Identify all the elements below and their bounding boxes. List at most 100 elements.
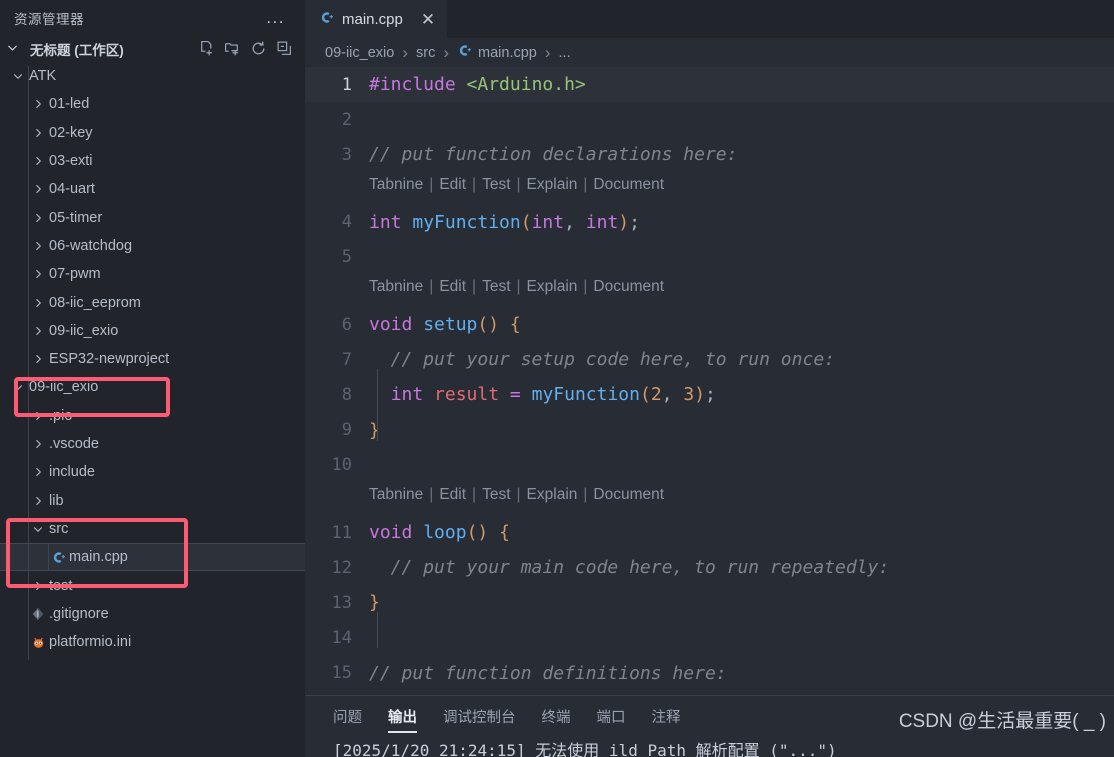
indent-guide (28, 377, 29, 661)
chevron-right-icon[interactable] (28, 495, 48, 507)
code-line-6[interactable]: 6 void setup() { (305, 307, 1114, 342)
tree-item-label: ESP32-newproject (49, 351, 170, 368)
codelens-separator: | (583, 486, 588, 503)
tree-item-esp32-newproject[interactable]: ESP32-newproject (0, 345, 305, 373)
tree-item--gitignore[interactable]: .gitignore (0, 600, 305, 628)
chevron-right-icon[interactable] (28, 183, 48, 195)
tree-item-02-key[interactable]: 02-key (0, 119, 305, 147)
chevron-right-icon[interactable] (28, 466, 48, 478)
codelens-action-test[interactable]: Test (482, 176, 510, 194)
chevron-right-icon[interactable] (28, 580, 48, 592)
panel-tab-输出[interactable]: 输出 (388, 706, 417, 733)
tree-item-05-timer[interactable]: 05-timer (0, 204, 305, 232)
chevron-right-icon[interactable] (28, 438, 48, 450)
chevron-right-icon[interactable] (28, 98, 48, 110)
code-line-3[interactable]: 3 // put function declarations here: (305, 137, 1114, 172)
breadcrumb-item-0[interactable]: 09-iic_exio (325, 45, 394, 61)
chevron-right-icon[interactable] (28, 325, 48, 337)
chevron-down-icon[interactable] (8, 70, 28, 82)
codelens-tabnine[interactable]: Tabnine | Edit | Test | Explain | Document (305, 483, 1114, 507)
tree-item-test[interactable]: test (0, 571, 305, 599)
chevron-right-icon[interactable] (28, 127, 48, 139)
panel-tab-问题[interactable]: 问题 (333, 706, 362, 733)
codelens-action-edit[interactable]: Edit (439, 486, 466, 504)
breadcrumb-item-1[interactable]: src (416, 45, 435, 61)
new-folder-icon[interactable] (224, 40, 241, 57)
workspace-label: 无标题 (工作区) (30, 42, 124, 58)
chevron-right-icon[interactable] (28, 240, 48, 252)
close-icon[interactable]: ✕ (421, 11, 435, 28)
collapse-all-icon[interactable] (276, 40, 293, 57)
new-file-icon[interactable] (198, 40, 215, 57)
tree-item--pio[interactable]: .pio (0, 402, 305, 430)
code-line-1[interactable]: 1 #include <Arduino.h> (305, 67, 1114, 102)
code-line-14[interactable]: 14 (305, 621, 1114, 656)
panel-tab-注释[interactable]: 注释 (652, 706, 681, 733)
tree-item-main-cpp[interactable]: main.cpp (0, 543, 305, 572)
tree-item-07-pwm[interactable]: 07-pwm (0, 260, 305, 288)
codelens-action-test[interactable]: Test (482, 486, 510, 504)
tree-item--vscode[interactable]: .vscode (0, 430, 305, 458)
codelens-tabnine[interactable]: Tabnine | Edit | Test | Explain | Document (305, 275, 1114, 299)
panel-tab-端口[interactable]: 端口 (597, 706, 626, 733)
more-actions-icon[interactable]: ... (266, 9, 293, 26)
tree-item-label: lib (49, 492, 64, 509)
code-line-10[interactable]: 10 (305, 448, 1114, 483)
codelens-action-tabnine[interactable]: Tabnine (369, 176, 423, 194)
codelens-tabnine[interactable]: Tabnine | Edit | Test | Explain | Document (305, 173, 1114, 197)
tree-item-08-iic-eeprom[interactable]: 08-iic_eeprom (0, 288, 305, 316)
codelens-action-edit[interactable]: Edit (439, 176, 466, 194)
chevron-down-icon[interactable] (6, 41, 28, 57)
chevron-right-icon[interactable] (28, 410, 48, 422)
codelens-action-edit[interactable]: Edit (439, 278, 466, 296)
codelens-action-explain[interactable]: Explain (527, 486, 578, 504)
code-line-8[interactable]: 8 int result = myFunction(2, 3); (305, 377, 1114, 412)
tree-item-platformio-ini[interactable]: platformio.ini (0, 628, 305, 656)
tree-item-03-exti[interactable]: 03-exti (0, 147, 305, 175)
codelens-action-tabnine[interactable]: Tabnine (369, 278, 423, 296)
tree-item-include[interactable]: include (0, 458, 305, 486)
code-line-11[interactable]: 11 void loop() { (305, 515, 1114, 550)
tree-item-04-uart[interactable]: 04-uart (0, 175, 305, 203)
codelens-action-document[interactable]: Document (593, 486, 664, 504)
codelens-action-document[interactable]: Document (593, 176, 664, 194)
code-line-15[interactable]: 15 // put function definitions here: (305, 656, 1114, 691)
refresh-icon[interactable] (250, 40, 267, 57)
codelens-action-test[interactable]: Test (482, 278, 510, 296)
code-line-5[interactable]: 5 (305, 240, 1114, 275)
tree-item-lib[interactable]: lib (0, 487, 305, 515)
chevron-right-icon[interactable] (28, 212, 48, 224)
chevron-right-icon[interactable] (28, 268, 48, 280)
chevron-down-icon[interactable] (28, 523, 48, 535)
tree-item-09-iic-exio[interactable]: 09-iic_exio (0, 317, 305, 345)
code-line-7[interactable]: 7 // put your setup code here, to run on… (305, 342, 1114, 377)
code-line-9[interactable]: 9} (305, 413, 1114, 448)
codelens-action-tabnine[interactable]: Tabnine (369, 486, 423, 504)
chevron-right-icon[interactable] (28, 353, 48, 365)
code-line-2[interactable]: 2 (305, 102, 1114, 137)
panel-tab-调试控制台[interactable]: 调试控制台 (443, 706, 516, 733)
code-editor[interactable]: 1 #include <Arduino.h> 2 3 // put function d… (305, 67, 1114, 695)
chevron-down-icon[interactable] (8, 381, 28, 393)
tree-item-src[interactable]: src (0, 515, 305, 543)
codelens-action-explain[interactable]: Explain (527, 176, 578, 194)
codelens-action-document[interactable]: Document (593, 278, 664, 296)
code-line-13[interactable]: 13} (305, 585, 1114, 620)
tree-item-09-iic-exio[interactable]: 09-iic_exio (0, 373, 305, 401)
panel-tab-终端[interactable]: 终端 (542, 706, 571, 733)
code-line-12[interactable]: 12 // put your main code here, to run re… (305, 550, 1114, 585)
breadcrumb-item-3[interactable]: ... (559, 45, 571, 61)
tree-item-06-watchdog[interactable]: 06-watchdog (0, 232, 305, 260)
tab-main-cpp[interactable]: main.cpp ✕ (305, 0, 449, 38)
tree-item-atk[interactable]: ATK (0, 62, 305, 90)
workspace-row[interactable]: 无标题 (工作区) (0, 35, 305, 62)
chevron-right-icon[interactable] (28, 297, 48, 309)
cpp-icon (319, 10, 334, 29)
tree-item-01-led[interactable]: 01-led (0, 90, 305, 118)
breadcrumb-item-2[interactable]: main.cpp (457, 43, 537, 62)
chevron-right-icon[interactable] (28, 155, 48, 167)
file-tree[interactable]: ATK 01-led 02-key 03-exti 04-uart 05-timer 06-… (0, 62, 305, 757)
codelens-action-explain[interactable]: Explain (527, 278, 578, 296)
code-line-4[interactable]: 4 int myFunction(int, int); (305, 205, 1114, 240)
tree-item-label: 04-uart (49, 181, 95, 198)
